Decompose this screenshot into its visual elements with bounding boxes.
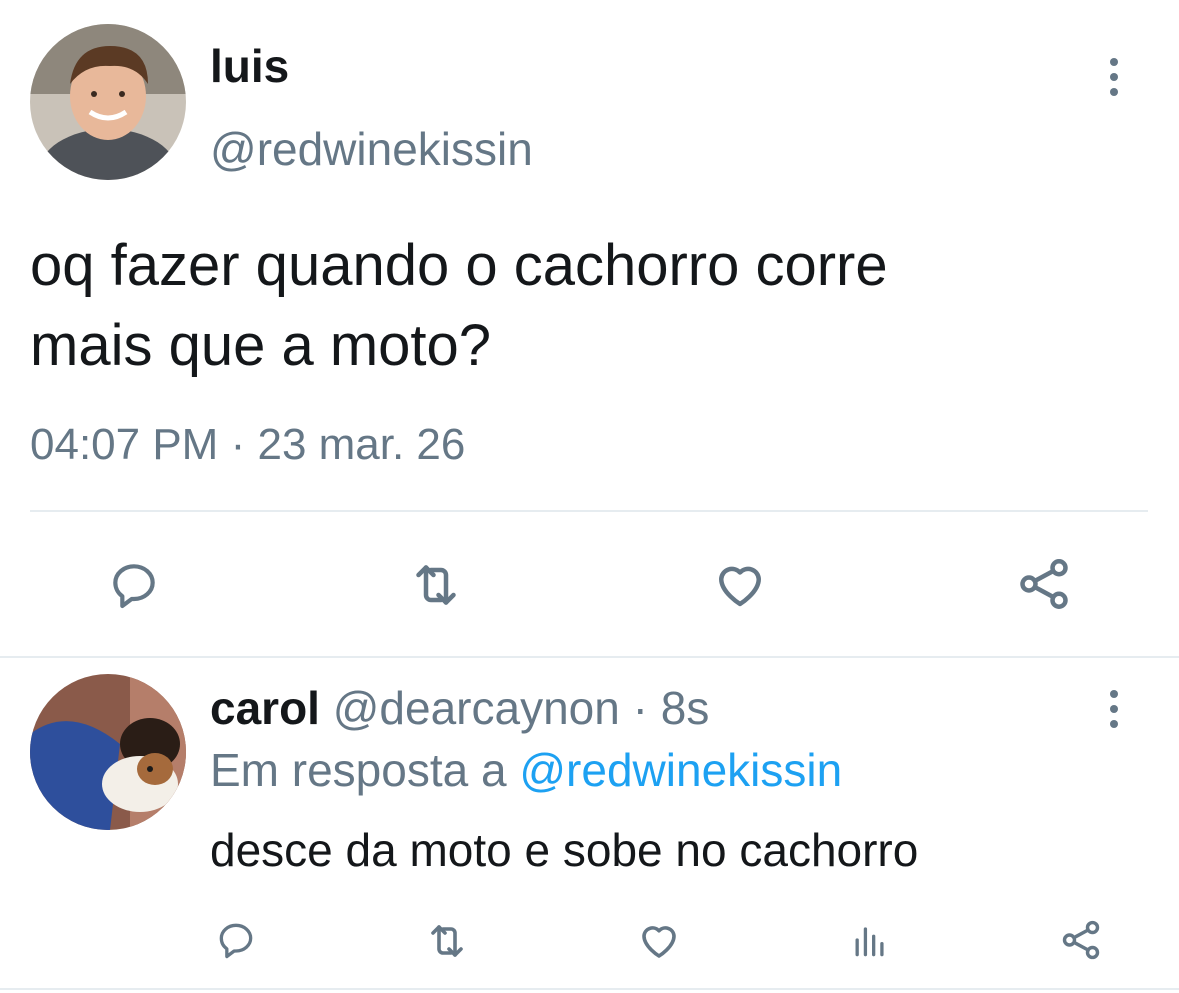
reply-analytics-button[interactable] (846, 916, 894, 964)
tweet-text: oq fazer quando o cachorro corre mais qu… (30, 226, 888, 386)
reply-reply-button[interactable] (212, 916, 260, 964)
tweet-date: 23 mar. 26 (257, 420, 466, 469)
tweet-separator (0, 656, 1179, 658)
replying-to: Em resposta a @redwinekissin (210, 742, 842, 798)
carol-avatar[interactable] (30, 674, 186, 830)
luis-avatar[interactable] (30, 24, 186, 180)
reply-like-button[interactable] (634, 915, 684, 965)
divider (30, 510, 1148, 512)
reply-text: desce da moto e sobe no cachorro (210, 824, 919, 876)
like-icon (719, 566, 761, 607)
reply-icon (219, 923, 253, 959)
retweet-icon (431, 925, 463, 957)
author-name[interactable]: luis (210, 38, 289, 94)
reply-retweet-button[interactable] (422, 916, 472, 966)
tweet-time: 04:07 PM (30, 420, 219, 469)
tweet-text-line1: oq fazer quando o cachorro corre (30, 233, 888, 298)
timestamp-separator: · (230, 420, 246, 469)
reply-more-options-icon[interactable] (1109, 690, 1119, 728)
retweet-button[interactable] (406, 555, 466, 615)
author-handle[interactable]: @redwinekissin (210, 122, 533, 176)
replying-to-label: Em resposta a (210, 744, 507, 796)
retweet-icon (416, 565, 456, 605)
share-button[interactable] (1012, 552, 1076, 616)
tweet-text-line2: mais que a moto? (30, 313, 492, 378)
reply-header: carol @dearcaynon · 8s (210, 680, 709, 736)
like-button[interactable] (708, 552, 772, 616)
replying-to-handle[interactable]: @redwinekissin (519, 744, 842, 796)
reply-button[interactable] (104, 555, 164, 615)
reply-icon (113, 564, 155, 609)
reply-share-button[interactable] (1056, 915, 1106, 965)
tweet-timestamp: 04:07 PM · 23 mar. 26 (30, 418, 465, 472)
reply-separator: · (632, 682, 648, 734)
share-icon (1020, 559, 1068, 609)
like-icon (642, 926, 676, 958)
reply-age: 8s (660, 682, 710, 734)
reply-author-name[interactable]: carol (210, 682, 320, 734)
more-options-icon[interactable] (1109, 58, 1119, 96)
bottom-divider (0, 988, 1179, 990)
share-icon (1062, 920, 1100, 960)
reply-author-handle[interactable]: @dearcaynon (333, 682, 620, 734)
analytics-icon (855, 927, 884, 957)
